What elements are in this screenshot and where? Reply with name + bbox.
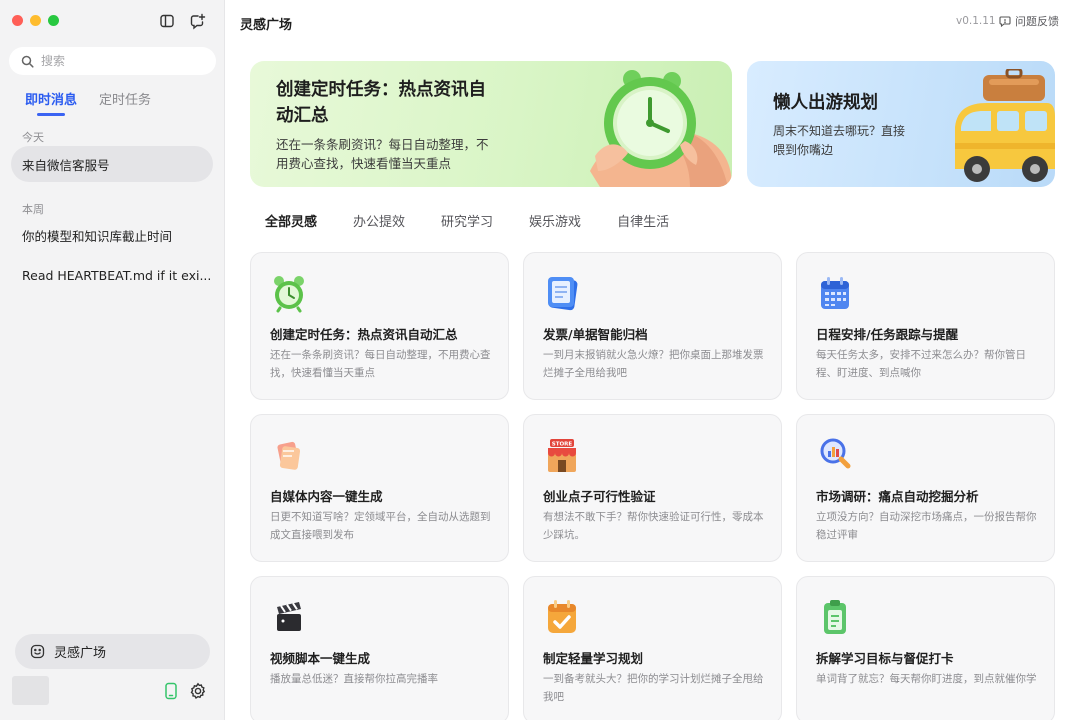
chat-item[interactable]: 你的模型和知识库截止时间	[11, 217, 213, 253]
tab-instant-messages[interactable]: 即时消息	[25, 89, 77, 116]
tab-self-discipline[interactable]: 自律生活	[617, 211, 669, 230]
close-window-button[interactable]	[12, 15, 23, 26]
tab-research-study[interactable]: 研究学习	[441, 211, 493, 230]
card-title: 视频脚本一键生成	[270, 651, 371, 666]
new-chat-icon[interactable]	[188, 12, 206, 30]
main-content: 灵感广场 v0.1.11 问题反馈 创建定时任务：热点资讯自 动汇总 还在一条条…	[225, 0, 1080, 720]
feedback-label: 问题反馈	[1015, 15, 1059, 28]
search-input[interactable]	[41, 54, 191, 68]
sidebar-top-actions	[158, 12, 206, 30]
inspiration-card[interactable]: 拆解学习目标与督促打卡 单词背了就忘？每天帮你盯进度，到点就催你学	[796, 576, 1055, 720]
search-icon	[21, 55, 34, 68]
card-description: 日更不知道写啥？定领域平台，全自动从选题到成文直接喂到发布	[270, 511, 491, 541]
inspiration-card[interactable]: 发票/单据智能归档 一到月末报销就火急火燎？把你桌面上那堆发票烂摊子全甩给我吧	[523, 252, 782, 400]
inspiration-card[interactable]: 日程安排/任务跟踪与提醒 每天任务太多，安排不过来怎么办？帮你管日程、盯进度、到…	[796, 252, 1055, 400]
inspiration-card[interactable]: 制定轻量学习规划 一到备考就头大？把你的学习计划烂摊子全甩给我吧	[523, 576, 782, 720]
card-title: 创业点子可行性验证	[543, 489, 656, 504]
alarm-clock-hand-illustration	[590, 70, 732, 187]
banner-description: 还在一条条刷资讯？每日自动整理，不 用费心查找，快速看懂当天重点	[276, 137, 489, 171]
feedback-button[interactable]: 问题反馈	[999, 13, 1059, 29]
alarm-clock-icon	[274, 276, 304, 313]
card-title: 拆解学习目标与督促打卡	[816, 651, 954, 666]
version-label: v0.1.11	[956, 15, 996, 27]
card-description: 播放量总低迷？直接帮你拉高完播率	[270, 673, 438, 685]
inspiration-card[interactable]: 自媒体内容一键生成 日更不知道写啥？定领域平台，全自动从选题到成文直接喂到发布	[250, 414, 509, 562]
inspiration-card[interactable]: 市场调研：痛点自动挖掘分析 立项没方向？自动深挖市场痛点，一份报告帮你稳过评审	[796, 414, 1055, 562]
app-window: 即时消息 定时任务 今天 来自微信客服号 本周 你的模型和知识库截止时间 Rea…	[0, 0, 1080, 720]
banner-description: 周末不知道去哪玩？直接 喂到你嘴边	[773, 124, 906, 157]
card-description: 单词背了就忘？每天帮你盯进度，到点就催你学	[816, 673, 1037, 685]
page-title: 灵感广场	[240, 18, 293, 33]
inspiration-plaza-label: 灵感广场	[54, 646, 107, 661]
tab-scheduled-tasks[interactable]: 定时任务	[99, 89, 151, 116]
inspiration-card[interactable]: 创建定时任务：热点资讯自动汇总 还在一条条刷资讯？每日自动整理，不用费心查找，快…	[250, 252, 509, 400]
settings-gear-icon[interactable]	[189, 682, 207, 700]
section-label-today: 今天	[22, 131, 44, 144]
sidebar-bottom-actions	[162, 682, 207, 700]
smile-icon	[30, 644, 45, 659]
card-title: 创建定时任务：热点资讯自动汇总	[270, 327, 458, 342]
toggle-sidebar-icon[interactable]	[158, 12, 176, 30]
card-title: 日程安排/任务跟踪与提醒	[816, 327, 959, 342]
card-description: 还在一条条刷资讯？每日自动整理，不用费心查找，快速看懂当天重点	[270, 349, 491, 379]
checklist-calendar-icon	[548, 600, 576, 633]
card-title: 制定轻量学习规划	[543, 651, 644, 666]
card-description: 立项没方向？自动深挖市场痛点，一份报告帮你稳过评审	[816, 511, 1037, 541]
tab-office-efficiency[interactable]: 办公提效	[353, 211, 405, 230]
banner-title: 创建定时任务：热点资讯自 动汇总	[276, 80, 486, 126]
yellow-van-illustration	[955, 69, 1055, 182]
inspiration-plaza-button[interactable]: 灵感广场	[15, 634, 210, 669]
document-icon	[548, 277, 578, 311]
featured-banner-hot-news[interactable]: 创建定时任务：热点资讯自 动汇总 还在一条条刷资讯？每日自动整理，不 用费心查找…	[250, 61, 732, 187]
chat-item[interactable]: Read HEARTBEAT.md if it exi...	[11, 257, 213, 293]
calendar-icon	[821, 277, 849, 309]
banner-title: 懒人出游规划	[773, 93, 878, 113]
card-description: 一到月末报销就火急火燎？把你桌面上那堆发票烂摊子全甩给我吧	[543, 349, 764, 379]
section-label-this-week: 本周	[22, 203, 44, 216]
clapperboard-icon	[277, 602, 301, 631]
category-tabs: 全部灵感 办公提效 研究学习 娱乐游戏 自律生活	[265, 211, 669, 230]
svg-text:STORE: STORE	[552, 442, 573, 448]
search-box[interactable]	[9, 47, 216, 75]
chat-item[interactable]: 来自微信客服号	[11, 146, 213, 182]
tab-all-inspirations[interactable]: 全部灵感	[265, 211, 317, 230]
magnifier-chart-icon	[820, 438, 851, 469]
inspiration-card[interactable]: STORE 创业点子可行性验证 有想法不敢下手？帮你快速验证可行性，零成本少踩坑…	[523, 414, 782, 562]
card-description: 每天任务太多，安排不过来怎么办？帮你管日程、盯进度、到点喊你	[816, 349, 1026, 379]
card-description: 一到备考就头大？把你的学习计划烂摊子全甩给我吧	[543, 673, 764, 703]
phone-icon[interactable]	[162, 682, 180, 700]
clipboard-icon	[824, 600, 846, 634]
avatar[interactable]	[12, 676, 49, 705]
sidebar: 即时消息 定时任务 今天 来自微信客服号 本周 你的模型和知识库截止时间 Rea…	[0, 0, 225, 720]
sidebar-tabs: 即时消息 定时任务	[25, 89, 151, 116]
feedback-icon	[999, 16, 1011, 27]
inspiration-card[interactable]: 视频脚本一键生成 播放量总低迷？直接帮你拉高完播率	[250, 576, 509, 720]
card-title: 发票/单据智能归档	[543, 327, 648, 342]
window-controls	[12, 15, 59, 26]
featured-banner-travel-plan[interactable]: 懒人出游规划 周末不知道去哪玩？直接 喂到你嘴边	[747, 61, 1055, 187]
minimize-window-button[interactable]	[30, 15, 41, 26]
maximize-window-button[interactable]	[48, 15, 59, 26]
tab-entertainment-games[interactable]: 娱乐游戏	[529, 211, 581, 230]
card-title: 市场调研：痛点自动挖掘分析	[816, 489, 979, 504]
card-description: 有想法不敢下手？帮你快速验证可行性，零成本少踩坑。	[543, 511, 764, 541]
notes-icon	[277, 441, 301, 470]
card-title: 自媒体内容一键生成	[270, 489, 383, 504]
store-icon: STORE	[548, 439, 576, 472]
